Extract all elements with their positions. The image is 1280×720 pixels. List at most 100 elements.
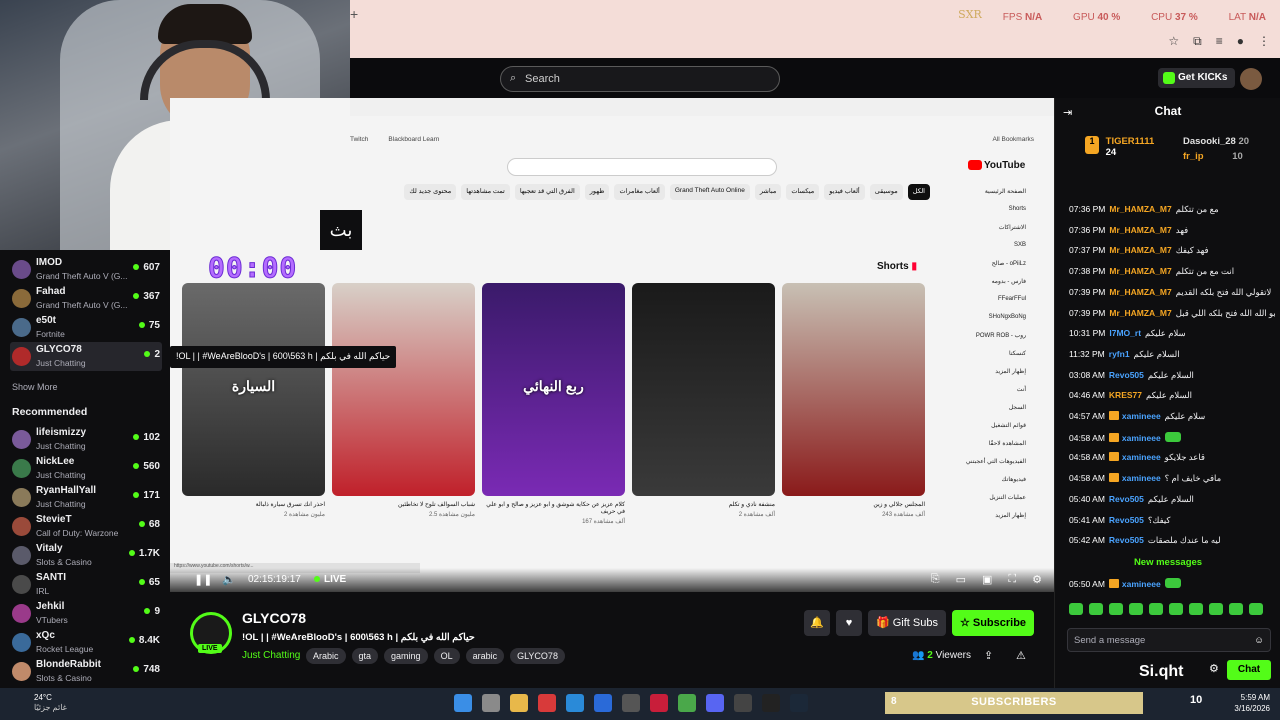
youtube-sidebar-item: كنسكتا [1009,351,1026,357]
emote-icon[interactable] [1249,603,1263,615]
video-player[interactable]: Twitch Blackboard Learn All Bookmarks YouT… [170,98,1054,592]
bookmark-star-icon[interactable]: ☆ [1168,34,1179,49]
app-icon[interactable] [622,694,640,712]
recommended-channel[interactable]: lifeismizzy Just Chatting 102 [10,425,162,454]
youtube-sidebar-item: عمليات التنزيل [989,495,1026,501]
follow-heart-icon[interactable]: ♥ [836,610,862,636]
gift-subs-button[interactable]: 🎁 Gift Subs [868,610,946,636]
category-link[interactable]: Just Chatting [242,650,300,661]
pause-icon[interactable]: ❚❚ [194,573,212,586]
task-view-icon[interactable] [482,694,500,712]
search-input[interactable]: ⌕ Search [500,66,780,92]
recommended-channel[interactable]: RyanHallYall Just Chatting 171 [10,483,162,512]
shorts-heading: Shorts ▮ [877,261,917,272]
short-caption: منشفة نادي و تكلم 2 ألف مشاهدة [728,502,775,518]
volume-icon[interactable]: 🔈 [222,573,236,586]
youtube-chip: ألعاب فيديو [824,184,865,200]
recommended-channel[interactable]: SANTI IRL 65 [10,570,162,599]
short-thumbnail: السيارة [182,283,325,496]
youtube-chip: محتوى جديد لك [404,184,457,200]
live-dot-icon [133,293,140,299]
stream-tag[interactable]: Arabic [306,648,346,664]
clip-icon[interactable]: ⎘ [931,573,940,586]
emote-icon[interactable] [1209,603,1223,615]
clock[interactable]: 5:59 AM 3/16/2026 [1234,692,1270,714]
recommended-channel[interactable]: xQc Rocket League 8.4K [10,628,162,657]
extensions-icon[interactable]: ⧉ [1193,34,1202,49]
chat-message: 04:58 AM xamineee [1069,431,1275,446]
chat-input[interactable]: Send a message ☺ [1067,628,1271,652]
stream-info: LIVE GLYCO78 !OL | | #WeAreBlooD's | 600… [170,592,1054,688]
captured-browser-tabs [350,98,1054,116]
chat-settings-icon[interactable]: ⚙ [1209,662,1219,675]
menu-icon[interactable]: ≡ [1216,34,1223,49]
youtube-chip: ميكسات [786,184,820,200]
stream-tag[interactable]: GLYCO78 [510,648,565,664]
recommended-channel[interactable]: StevieT Call of Duty: Warzone 68 [10,512,162,541]
chat-message: 04:58 AM xamineee مافي خايف ام ؟ [1069,473,1222,484]
emote-icon[interactable] [1089,603,1103,615]
channel-avatar [12,575,31,594]
sidebar-channel-active[interactable]: GLYCO78 Just Chatting 2 [10,342,162,371]
browser-titlebar: + SXR FPS N/A GPU 40 % CPU 37 % LAT N/A … [350,0,1280,58]
emote-icon[interactable] [1169,603,1183,615]
recommended-channel[interactable]: Jehkil VTubers 9 [10,599,162,628]
stream-tag[interactable]: arabic [465,648,505,664]
subscribe-button[interactable]: ☆ Subscribe [952,610,1034,636]
recommended-channel[interactable]: NickLee Just Chatting 560 [10,454,162,483]
settings-icon[interactable]: ⚙ [1032,573,1042,586]
new-tab-button[interactable]: + [350,6,358,22]
channel-avatar [12,347,31,366]
channel-avatar [12,260,31,279]
theater-icon[interactable]: ▭ [956,573,966,586]
channel-name[interactable]: GLYCO78 [242,610,306,626]
user-avatar[interactable] [1240,68,1262,90]
emote-icon[interactable] [1069,603,1083,615]
recommended-channel[interactable]: Vitaly Slots & Casino 1.7K [10,541,162,570]
emote-icon[interactable] [1189,603,1203,615]
stream-tag[interactable]: OL [433,648,460,664]
chat-message: 05:40 AM Revo505 السلام عليكم [1069,493,1194,504]
acrobat-icon[interactable] [650,694,668,712]
short-thumbnail: ربع النهائي [482,283,625,496]
fullscreen-icon[interactable]: ⛶ [1008,573,1016,586]
send-chat-button[interactable]: Chat [1227,660,1271,680]
youtube-sidebar: الصفحة الرئيسية Shorts الاشتراكات SXB صالح -… [940,188,1040,548]
emote-icon[interactable] [1149,603,1163,615]
chat-message: 10:31 PM I7MO_rt سلام عليكم [1069,328,1186,339]
emote-icon[interactable] [1129,603,1143,615]
app-icon[interactable] [734,694,752,712]
new-messages-divider[interactable]: New messages [1055,557,1280,568]
stream-tag[interactable]: gaming [384,648,428,664]
get-kicks-button[interactable]: Get KICKs [1158,68,1236,88]
emote-icon[interactable] [1109,603,1123,615]
pip-icon[interactable]: ▣ [982,573,992,586]
emote-icon[interactable] [1229,603,1243,615]
notification-bell-icon[interactable]: 🔔 [804,610,830,636]
app-icon[interactable] [594,694,612,712]
app-icon[interactable] [762,694,780,712]
weather-widget[interactable]: 24°C غائم جزئيًا [34,693,67,713]
profile-icon[interactable]: ● [1237,34,1244,49]
edge-icon[interactable] [566,694,584,712]
start-icon[interactable] [454,694,472,712]
share-icon[interactable]: ⇪ [984,649,993,662]
discord-icon[interactable] [706,694,724,712]
chrome-icon[interactable] [678,694,696,712]
sidebar-channel[interactable]: e50t Fortnite 75 [10,313,162,342]
live-dot-icon [144,351,151,357]
sidebar-channel[interactable]: IMOD Grand Theft Auto V (G... 607 [10,255,162,284]
live-dot-icon [128,637,135,643]
youtube-chips: محتوى جديد لك تمت مشاهدتها الفرق التي قد ت… [350,184,930,200]
stream-tag[interactable]: gta [351,648,379,664]
subscriber-badge-icon [1108,452,1119,462]
recommended-channel[interactable]: BlondeRabbit Slots & Casino 748 [10,657,162,686]
more-icon[interactable]: ⋮ [1258,34,1270,49]
file-explorer-icon[interactable] [510,694,528,712]
show-more-button[interactable]: Show More [12,382,58,392]
report-icon[interactable]: ⚠ [1016,649,1026,662]
youtube-sidebar-item: إظهار المزيد [995,513,1026,519]
app-icon[interactable] [538,694,556,712]
sidebar-channel[interactable]: Fahad Grand Theft Auto V (G... 367 [10,284,162,313]
steam-icon[interactable] [790,694,808,712]
